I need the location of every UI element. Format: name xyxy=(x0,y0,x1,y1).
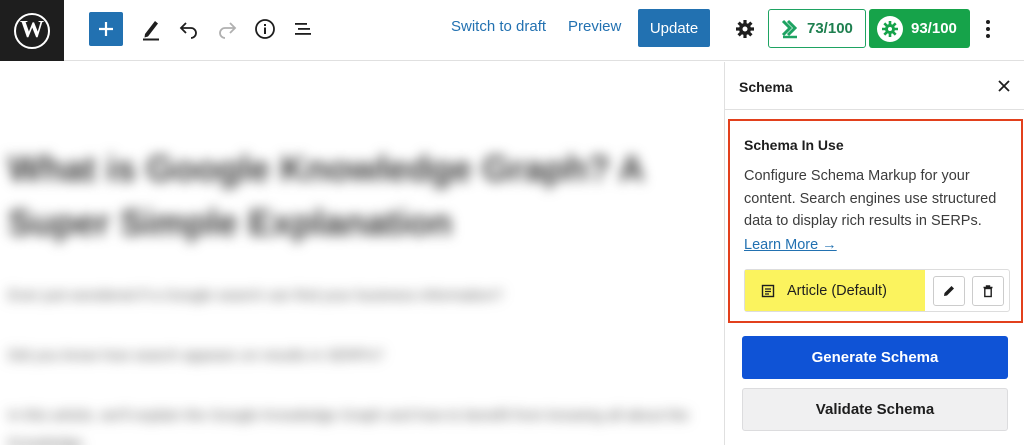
wordpress-logo-icon: W xyxy=(14,12,50,49)
update-button[interactable]: Update xyxy=(638,9,710,47)
panel-title: Schema In Use xyxy=(744,137,844,153)
post-title[interactable]: What is Google Knowledge Graph? A Super … xyxy=(8,142,714,250)
seo-score-button[interactable]: 73/100 xyxy=(768,9,866,48)
redo-button[interactable] xyxy=(213,14,241,44)
more-options-button[interactable] xyxy=(978,16,998,42)
paragraph-block[interactable]: Did you know how search appears on resul… xyxy=(8,342,714,370)
learn-more-link[interactable]: Learn More → xyxy=(744,237,837,253)
document-icon xyxy=(761,284,775,297)
schema-item: Article (Default) xyxy=(744,269,1010,312)
seo-score-value: 73/100 xyxy=(807,20,853,37)
schema-in-use-panel: Schema In Use Configure Schema Markup fo… xyxy=(728,119,1023,323)
tools-button[interactable] xyxy=(137,14,165,44)
schema-item-label: Article (Default) xyxy=(787,282,887,299)
info-icon xyxy=(255,19,275,39)
list-view-icon xyxy=(295,23,311,35)
details-button[interactable] xyxy=(251,14,279,44)
validate-schema-button[interactable]: Validate Schema xyxy=(742,388,1008,431)
content-score-button[interactable]: 93/100 xyxy=(869,9,970,48)
settings-button[interactable] xyxy=(731,14,759,44)
schema-item-label-area[interactable]: Article (Default) xyxy=(745,270,925,311)
add-block-button[interactable] xyxy=(89,12,123,46)
plus-icon xyxy=(99,22,113,36)
trash-icon xyxy=(983,285,993,298)
delete-schema-button[interactable] xyxy=(972,276,1004,306)
gear-icon xyxy=(736,20,754,38)
close-icon xyxy=(998,80,1010,92)
edit-schema-button[interactable] xyxy=(933,276,965,306)
redo-icon xyxy=(219,22,237,39)
content-score-value: 93/100 xyxy=(911,20,957,37)
editor-toolbar: W Switch to draft Preview Update 73/100 xyxy=(0,0,1024,61)
editor-canvas[interactable]: What is Google Knowledge Graph? A Super … xyxy=(0,62,724,445)
kebab-icon xyxy=(986,20,990,24)
paragraph-block[interactable]: Ever just wondered if a Google search ca… xyxy=(8,282,714,310)
pencil-icon xyxy=(944,286,954,296)
sidebar-header: Schema xyxy=(725,62,1024,110)
schema-sidebar: Schema Schema In Use Configure Schema Ma… xyxy=(724,62,1024,445)
switch-to-draft-button[interactable]: Switch to draft xyxy=(451,18,546,35)
preview-button[interactable]: Preview xyxy=(568,18,621,35)
sidebar-title: Schema xyxy=(739,79,793,95)
content-score-icon xyxy=(877,15,903,42)
generate-schema-button[interactable]: Generate Schema xyxy=(742,336,1008,379)
paragraph-block[interactable]: In this article, we'll explain the Googl… xyxy=(8,402,714,445)
wordpress-logo-button[interactable]: W xyxy=(0,0,64,61)
pencil-icon xyxy=(143,21,159,41)
close-sidebar-button[interactable] xyxy=(994,76,1014,96)
list-view-button[interactable] xyxy=(290,14,318,44)
panel-description: Configure Schema Markup for your content… xyxy=(744,168,997,229)
seo-plugin-icon xyxy=(781,19,798,38)
undo-button[interactable] xyxy=(175,14,203,44)
undo-icon xyxy=(179,22,197,39)
